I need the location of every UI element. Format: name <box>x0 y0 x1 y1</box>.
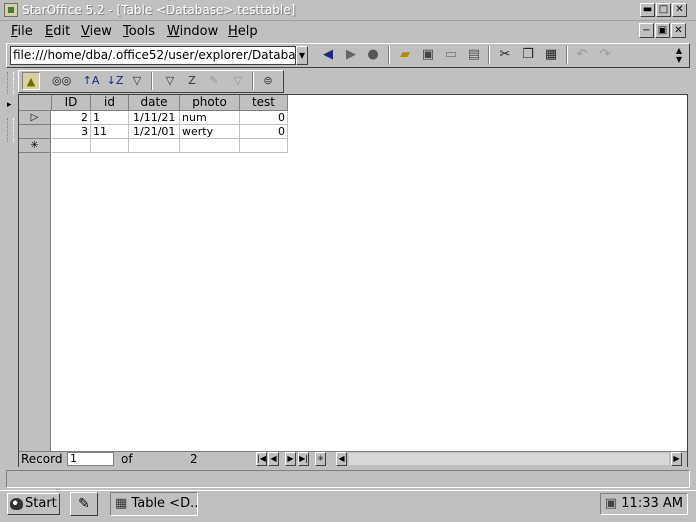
minimize-button[interactable]: ▬ <box>640 3 655 17</box>
paste-icon[interactable]: ▦ <box>542 46 560 64</box>
taskbar <box>0 490 696 522</box>
close-button[interactable]: ✕ <box>672 3 687 17</box>
sort-filter-icon[interactable]: ▽ <box>128 72 146 90</box>
remove-filter-icon[interactable]: ✎ <box>205 72 223 90</box>
toolbar-scroll-arrows[interactable]: ▲ ▼ <box>673 46 685 65</box>
cell-date[interactable]: 1/21/01 <box>129 125 180 139</box>
sort-ascending-icon[interactable]: ↑A <box>82 72 100 90</box>
strip-arrow-icon[interactable]: ▸ <box>7 98 14 112</box>
scroll-left-icon[interactable]: ◀ <box>336 452 347 466</box>
row-header[interactable] <box>19 125 51 139</box>
menu-window[interactable]: Window <box>167 24 218 39</box>
scroll-right-icon[interactable]: ▶ <box>671 452 682 466</box>
previous-record-icon[interactable]: ◀ <box>268 452 279 466</box>
doc-close-button[interactable]: ✕ <box>671 23 686 38</box>
toolbar-separator <box>566 46 568 64</box>
find-record-icon[interactable]: ◎◎ <box>52 72 71 90</box>
new-cell[interactable] <box>180 139 240 153</box>
new-row-header[interactable]: ✳ <box>19 139 51 153</box>
new-cell[interactable] <box>240 139 288 153</box>
menu-help[interactable]: Help <box>228 24 258 39</box>
save-icon[interactable]: ▣ <box>419 46 437 64</box>
menu-file[interactable]: File <box>11 24 33 39</box>
toolbar-separator <box>388 46 390 64</box>
toolbar-separator <box>151 72 153 90</box>
staroffice-app-icon[interactable] <box>4 3 18 17</box>
cell-ID[interactable]: 3 <box>52 125 91 139</box>
cut-icon[interactable]: ✂ <box>496 46 514 64</box>
horizontal-scrollbar[interactable] <box>349 453 669 465</box>
cell-ID[interactable]: 2 <box>52 111 91 125</box>
open-folder-icon[interactable]: ▰ <box>396 46 414 64</box>
new-cell[interactable] <box>52 139 91 153</box>
maximize-button[interactable]: □ <box>656 3 671 17</box>
of-label: of <box>121 452 133 466</box>
last-record-icon[interactable]: ▶| <box>298 452 309 466</box>
url-input[interactable]: file:///home/dba/.office52/user/explorer… <box>10 46 296 65</box>
redo-icon[interactable]: ↷ <box>596 46 614 64</box>
column-header-photo[interactable]: photo <box>180 95 240 111</box>
url-dropdown-button[interactable]: ▼ <box>296 46 308 65</box>
cell-photo[interactable]: num <box>180 111 240 125</box>
doc-restore-button[interactable]: ▣ <box>655 23 670 38</box>
edit-file-icon[interactable]: ▭ <box>442 46 460 64</box>
menu-view[interactable]: View <box>81 24 112 39</box>
explorer-toggle-icon[interactable]: ▲ <box>22 72 40 90</box>
doc-minimize-button[interactable]: − <box>639 23 654 38</box>
status-bar <box>6 470 690 488</box>
cell-id[interactable]: 1 <box>91 111 129 125</box>
back-arrow-icon[interactable]: ◀ <box>319 46 337 64</box>
row-header-current[interactable]: ▷ <box>19 111 51 125</box>
copy-icon[interactable]: ❐ <box>519 46 537 64</box>
window-title: StarOffice 5.2 - [Table <Database>.testt… <box>22 3 296 17</box>
cell-photo[interactable]: werty <box>180 125 240 139</box>
first-record-icon[interactable]: |◀ <box>256 452 267 466</box>
record-label: Record <box>21 452 63 466</box>
toolbar-separator <box>488 46 490 64</box>
strip-grip <box>7 72 14 94</box>
autofilter-icon[interactable]: ▽ <box>161 72 179 90</box>
column-header-ID[interactable]: ID <box>52 95 91 111</box>
menu-tools[interactable]: Tools <box>123 24 155 39</box>
column-header-id[interactable]: id <box>91 95 129 111</box>
side-toolbar-strip[interactable]: ▸ <box>6 70 16 148</box>
corner-header[interactable] <box>19 95 52 111</box>
next-record-icon[interactable]: ▶ <box>285 452 296 466</box>
cell-date[interactable]: 1/11/21 <box>129 111 180 125</box>
network-icon[interactable]: ▣ <box>605 496 617 511</box>
cell-test[interactable]: 0 <box>240 111 288 125</box>
cell-test[interactable]: 0 <box>240 125 288 139</box>
strip-grip <box>7 118 14 142</box>
data-to-text-icon[interactable]: ⊜ <box>259 72 277 90</box>
new-cell[interactable] <box>129 139 180 153</box>
toolbar-separator <box>252 72 254 90</box>
quick-launch-icon[interactable]: ✎ <box>70 492 98 516</box>
sort-za-icon[interactable]: Z <box>183 72 201 90</box>
print-icon[interactable]: ▤ <box>465 46 483 64</box>
start-icon <box>10 498 23 510</box>
clock[interactable]: 11:33 AM <box>621 496 683 511</box>
forward-arrow-icon[interactable]: ▶ <box>342 46 360 64</box>
table-icon: ▦ <box>115 496 128 511</box>
record-number-input[interactable]: 1 <box>67 452 114 466</box>
cell-id[interactable]: 11 <box>91 125 129 139</box>
record-total: 2 <box>190 452 198 466</box>
column-header-date[interactable]: date <box>129 95 180 111</box>
column-header-test[interactable]: test <box>240 95 288 111</box>
system-tray: ▣ 11:33 AM <box>600 493 688 515</box>
sort-descending-icon[interactable]: ↓Z <box>106 72 124 90</box>
menu-edit[interactable]: Edit <box>45 24 70 39</box>
stop-icon[interactable]: ● <box>364 46 382 64</box>
taskbar-window-button[interactable]: ▦ Table <D... <box>110 492 198 516</box>
new-record-icon[interactable]: ✳ <box>315 452 326 466</box>
standard-filter-icon[interactable]: ▽ <box>229 72 247 90</box>
undo-icon[interactable]: ↶ <box>573 46 591 64</box>
new-cell[interactable] <box>91 139 129 153</box>
